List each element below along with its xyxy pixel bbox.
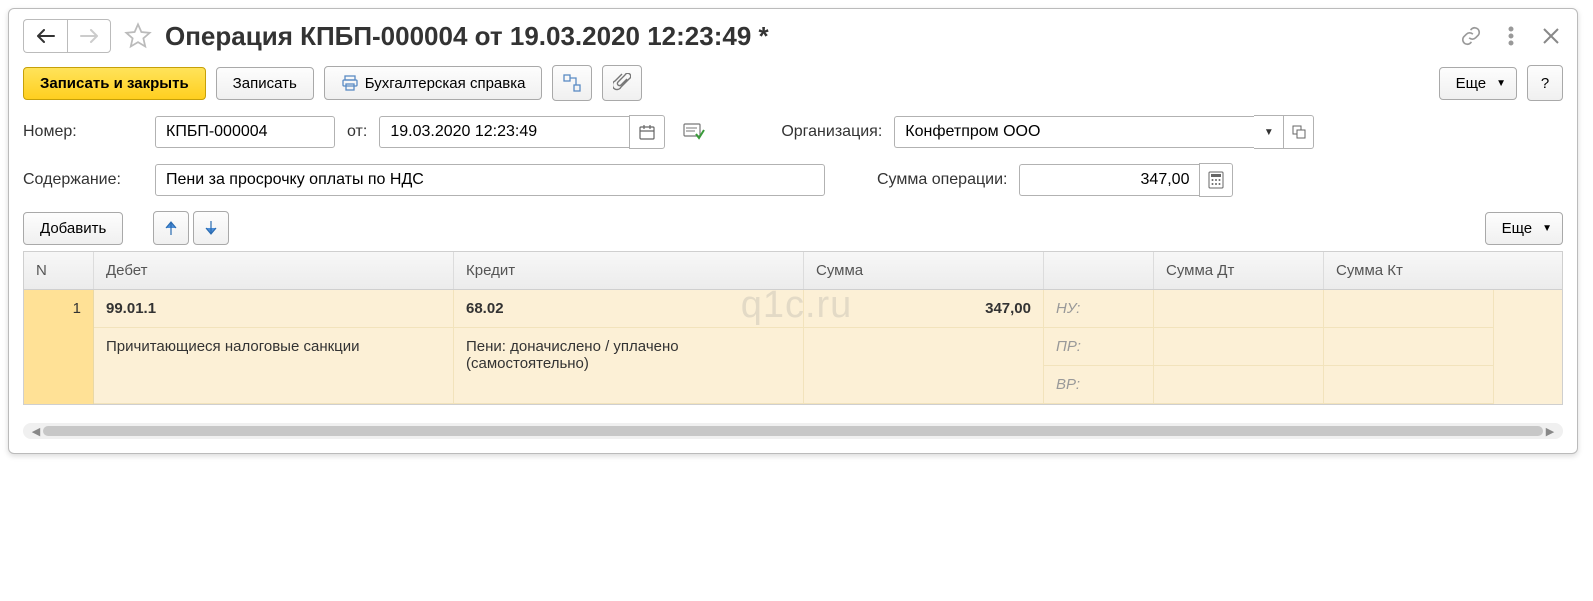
- cell-debit-acc[interactable]: 99.01.1: [94, 290, 454, 328]
- cell-tag-nu: НУ:: [1044, 290, 1154, 328]
- title-actions: [1459, 24, 1563, 48]
- cell-sum-2[interactable]: [804, 328, 1044, 404]
- help-label: ?: [1541, 75, 1549, 92]
- sum-input[interactable]: [1019, 164, 1199, 196]
- cell-tag-vr: ВР:: [1044, 366, 1154, 404]
- move-up-button[interactable]: [153, 211, 189, 245]
- attach-button[interactable]: [602, 65, 642, 101]
- content-label: Содержание:: [23, 171, 143, 189]
- org-open-button[interactable]: [1284, 115, 1314, 149]
- org-input[interactable]: [894, 116, 1254, 148]
- more-button[interactable]: Еще ▼: [1439, 67, 1517, 100]
- paperclip-icon: [613, 73, 631, 93]
- page-title: Операция КПБП-000004 от 19.03.2020 12:23…: [165, 21, 1451, 52]
- cell-debit-desc[interactable]: Причитающиеся налоговые санкции: [94, 328, 454, 404]
- link-button[interactable]: [1459, 24, 1483, 48]
- horizontal-scrollbar[interactable]: ◀ ▶: [23, 423, 1563, 439]
- number-input[interactable]: [155, 116, 335, 148]
- link-icon: [1460, 25, 1482, 47]
- org-dropdown-button[interactable]: ▼: [1254, 115, 1284, 149]
- date-input[interactable]: [379, 116, 629, 148]
- col-debit[interactable]: Дебет: [94, 252, 454, 289]
- open-icon: [1292, 125, 1306, 139]
- structure-button[interactable]: [552, 65, 592, 101]
- cell-n: 1: [24, 290, 94, 404]
- calculator-button[interactable]: [1199, 163, 1233, 197]
- cell-kt-2[interactable]: [1324, 328, 1494, 366]
- structure-icon: [562, 73, 582, 93]
- table-more-button[interactable]: Еще ▼: [1485, 212, 1563, 245]
- toolbar: Записать и закрыть Записать Бухгалтерска…: [23, 65, 1563, 101]
- scroll-thumb[interactable]: [43, 426, 1543, 436]
- col-sum-kt[interactable]: Сумма Кт: [1324, 252, 1494, 289]
- row-content-sum: Содержание: Сумма операции:: [23, 163, 1563, 197]
- col-n[interactable]: N: [24, 252, 94, 289]
- save-close-button[interactable]: Записать и закрыть: [23, 67, 206, 100]
- cell-kt-1[interactable]: [1324, 290, 1494, 328]
- cell-credit-desc[interactable]: Пени: доначислено / уплачено (самостояте…: [454, 328, 804, 404]
- cell-sum[interactable]: 347,00: [804, 290, 1044, 328]
- cell-tag-pr: ПР:: [1044, 328, 1154, 366]
- calendar-icon: [638, 123, 656, 141]
- close-icon: [1542, 27, 1560, 45]
- arrow-up-icon: [164, 220, 178, 236]
- chevron-down-icon: ▼: [1264, 127, 1274, 138]
- add-button[interactable]: Добавить: [23, 212, 123, 245]
- help-button[interactable]: ?: [1527, 65, 1563, 101]
- printer-icon: [341, 74, 359, 92]
- document-window: Операция КПБП-000004 от 19.03.2020 12:23…: [8, 8, 1578, 454]
- col-blank[interactable]: [1044, 252, 1154, 289]
- col-sum[interactable]: Сумма: [804, 252, 1044, 289]
- titlebar: Операция КПБП-000004 от 19.03.2020 12:23…: [23, 19, 1563, 53]
- more-label: Еще: [1456, 75, 1487, 92]
- row-number-date-org: Номер: от: Организация: ▼: [23, 115, 1563, 149]
- col-credit[interactable]: Кредит: [454, 252, 804, 289]
- sum-label: Сумма операции:: [877, 171, 1007, 189]
- chevron-down-icon: ▼: [1496, 78, 1506, 89]
- arrow-down-icon: [204, 220, 218, 236]
- date-picker-button[interactable]: [629, 115, 665, 149]
- table-toolbar: Добавить Еще ▼: [23, 211, 1563, 245]
- chevron-down-icon: ▼: [1542, 223, 1552, 234]
- org-label: Организация:: [781, 123, 882, 141]
- from-label: от:: [347, 123, 367, 141]
- table-more-label: Еще: [1502, 220, 1533, 237]
- grid-row[interactable]: 1 99.01.1 68.02 347,00 НУ: Причитающиеся…: [24, 290, 1562, 404]
- col-sum-dt[interactable]: Сумма Дт: [1154, 252, 1324, 289]
- content-input[interactable]: [155, 164, 825, 196]
- cell-dt-2[interactable]: [1154, 328, 1324, 366]
- status-ok-icon[interactable]: [681, 119, 707, 145]
- nav-buttons: [23, 19, 111, 53]
- menu-button[interactable]: [1499, 24, 1523, 48]
- scroll-right-icon[interactable]: ▶: [1543, 424, 1557, 438]
- report-label: Бухгалтерская справка: [365, 75, 526, 92]
- cell-dt-3[interactable]: [1154, 366, 1324, 404]
- cell-credit-acc[interactable]: 68.02: [454, 290, 804, 328]
- kebab-icon: [1508, 26, 1514, 46]
- report-button[interactable]: Бухгалтерская справка: [324, 66, 543, 100]
- arrow-right-icon: [79, 29, 99, 43]
- close-button[interactable]: [1539, 24, 1563, 48]
- calculator-icon: [1208, 171, 1224, 189]
- number-label: Номер:: [23, 123, 143, 141]
- move-down-button[interactable]: [193, 211, 229, 245]
- grid-header: N Дебет Кредит Сумма Сумма Дт Сумма Кт: [24, 252, 1562, 290]
- cell-dt-1[interactable]: [1154, 290, 1324, 328]
- scroll-left-icon[interactable]: ◀: [29, 424, 43, 438]
- arrow-left-icon: [36, 29, 56, 43]
- cell-kt-3[interactable]: [1324, 366, 1494, 404]
- postings-grid: N Дебет Кредит Сумма Сумма Дт Сумма Кт 1…: [23, 251, 1563, 405]
- forward-button[interactable]: [67, 19, 111, 53]
- favorite-star-icon[interactable]: [123, 21, 153, 51]
- back-button[interactable]: [23, 19, 67, 53]
- save-button[interactable]: Записать: [216, 67, 314, 100]
